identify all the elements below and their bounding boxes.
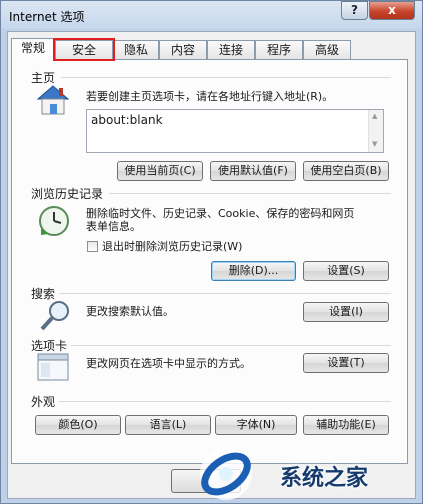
languages-button[interactable]: 语言(L) (125, 415, 211, 435)
tab-connections[interactable]: 连接 (207, 40, 255, 59)
tabs-description: 更改网页在选项卡中显示的方式。 (86, 357, 251, 370)
delete-on-exit-checkbox[interactable] (87, 241, 98, 252)
use-current-button[interactable]: 使用当前页(C) (117, 161, 203, 181)
watermark-text: 系统之家 (280, 466, 369, 491)
history-clock-icon (39, 206, 69, 236)
accessibility-button[interactable]: 辅助功能(E) (303, 415, 389, 435)
delete-history-button[interactable]: 删除(D)... (211, 261, 296, 281)
home-address-value: about:blank (91, 113, 163, 127)
history-description-line2: 表单信息。 (86, 220, 141, 233)
window-title: Internet 选项 (9, 10, 85, 24)
home-icon (36, 85, 70, 115)
history-settings-button[interactable]: 设置(S) (303, 261, 389, 281)
search-settings-button[interactable]: 设置(I) (303, 302, 389, 322)
use-blank-button[interactable]: 使用空白页(B) (303, 161, 389, 181)
history-section-label: 浏览历史记录 (31, 187, 104, 201)
colors-button[interactable]: 颜色(O) (35, 415, 121, 435)
fonts-button[interactable]: 字体(N) (215, 415, 297, 435)
tabs-window-icon (37, 353, 69, 381)
scroll-up-icon[interactable]: ▲ (372, 112, 377, 120)
appearance-section-label: 外观 (31, 395, 56, 409)
home-address-scrollbar[interactable]: ▲ ▼ (368, 110, 383, 152)
delete-on-exit-label[interactable]: 退出时删除浏览历史记录(W) (102, 239, 242, 254)
home-description: 若要创建主页选项卡，请在各地址行键入地址(R)。 (86, 90, 334, 103)
title-bar[interactable]: Internet 选项 ? x (1, 1, 422, 31)
tab-programs[interactable]: 程序 (255, 40, 303, 59)
search-magnifier-icon (40, 301, 69, 331)
home-divider (61, 77, 391, 78)
internet-options-window: Internet 选项 ? x 常规 安全 隐私 内容 连接 程序 高级 主页 … (0, 0, 423, 504)
appearance-divider (59, 401, 391, 402)
close-button[interactable]: x (369, 1, 415, 20)
tab-privacy[interactable]: 隐私 (113, 40, 159, 59)
search-description: 更改搜索默认值。 (86, 305, 174, 318)
search-divider (59, 293, 391, 294)
use-default-button[interactable]: 使用默认值(F) (210, 161, 296, 181)
watermark: 系统之家 (192, 436, 423, 504)
history-divider (109, 193, 391, 194)
help-button[interactable]: ? (341, 1, 368, 20)
tabs-divider (71, 345, 391, 346)
tab-general[interactable]: 常规 (11, 38, 55, 60)
home-address-box[interactable]: about:blank ▲ ▼ (86, 109, 384, 153)
tab-advanced[interactable]: 高级 (303, 40, 351, 59)
tab-content[interactable]: 内容 (159, 40, 207, 59)
scroll-down-icon[interactable]: ▼ (372, 140, 377, 148)
tab-security[interactable]: 安全 (53, 38, 115, 61)
tabs-settings-button[interactable]: 设置(T) (303, 353, 389, 373)
